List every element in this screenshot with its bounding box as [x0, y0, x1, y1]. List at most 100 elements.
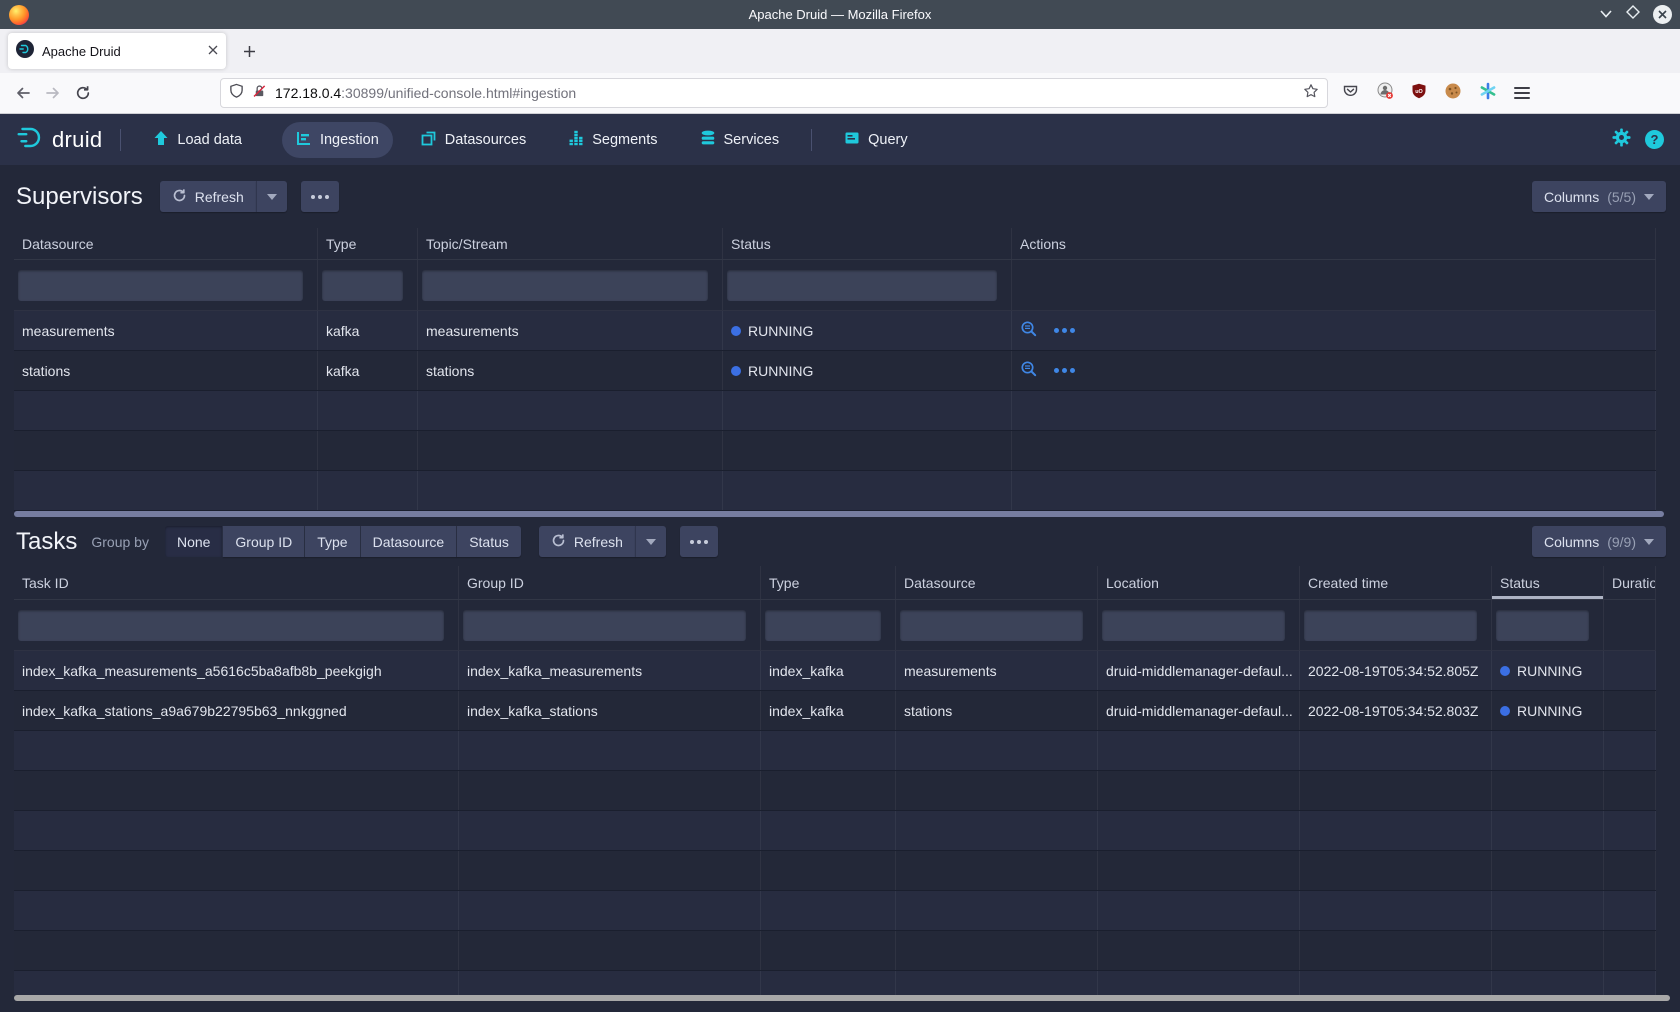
empty-row — [14, 471, 1656, 511]
menu-hamburger-icon[interactable] — [1514, 87, 1530, 99]
col-header-created-time[interactable]: Created time — [1300, 566, 1492, 599]
filter-location-input[interactable] — [1102, 610, 1285, 641]
supervisors-refresh-button[interactable]: Refresh — [160, 181, 256, 212]
cookie-icon[interactable] — [1444, 82, 1462, 105]
tasks-table: Task ID Group ID Type Datasource Locatio… — [14, 566, 1656, 995]
tasks-refresh-button[interactable]: Refresh — [539, 526, 635, 557]
query-icon — [844, 130, 860, 150]
filter-status-input[interactable] — [727, 270, 997, 301]
filter-status-input[interactable] — [1496, 610, 1589, 641]
supervisor-detail-magnifier-icon[interactable] — [1020, 360, 1038, 381]
supervisor-actions-more-icon[interactable] — [1054, 368, 1075, 373]
tab-close-icon[interactable] — [208, 42, 218, 60]
filter-topic-input[interactable] — [422, 270, 708, 301]
nav-load-data[interactable]: Load data — [139, 122, 256, 158]
refresh-icon — [551, 533, 566, 551]
supervisor-row[interactable]: measurements kafka measurements RUNNING — [14, 311, 1656, 351]
maximize-icon[interactable] — [1626, 5, 1640, 24]
navbar-divider — [811, 129, 812, 151]
supervisor-detail-magnifier-icon[interactable] — [1020, 320, 1038, 341]
group-by-segmented-control: None Group ID Type Datasource Status — [165, 526, 521, 557]
settings-gear-icon[interactable] — [1612, 128, 1631, 152]
nav-segments[interactable]: Segments — [554, 122, 671, 158]
cell-topic: stations — [418, 351, 723, 390]
supervisor-row[interactable]: stations kafka stations RUNNING — [14, 351, 1656, 391]
task-row[interactable]: index_kafka_stations_a9a679b22795b63_nnk… — [14, 691, 1656, 731]
nav-query[interactable]: Query — [830, 122, 922, 158]
supervisor-actions-more-icon[interactable] — [1054, 328, 1075, 333]
filter-type-input[interactable] — [765, 610, 881, 641]
empty-row — [14, 391, 1656, 431]
col-header-type[interactable]: Type — [318, 228, 418, 259]
tab-apache-druid[interactable]: Apache Druid — [8, 33, 226, 69]
tasks-more-button[interactable] — [680, 526, 718, 557]
tasks-refresh-dropdown[interactable] — [635, 526, 666, 557]
col-header-datasource[interactable]: Datasource — [896, 566, 1098, 599]
bookmark-star-icon[interactable] — [1303, 83, 1319, 104]
tab-favicon — [16, 40, 34, 63]
extension-blocked-icon[interactable] — [1376, 82, 1394, 105]
nav-services[interactable]: Services — [686, 122, 794, 158]
task-row[interactable]: index_kafka_measurements_a5616c5ba8afb8b… — [14, 651, 1656, 691]
tasks-columns-button[interactable]: Columns (9/9) — [1532, 526, 1666, 557]
back-icon[interactable] — [8, 78, 38, 108]
filter-task-id-input[interactable] — [18, 610, 444, 641]
extension-asterisk-icon[interactable] — [1479, 82, 1497, 105]
group-by-group-id-button[interactable]: Group ID — [223, 526, 305, 557]
col-header-type[interactable]: Type — [761, 566, 896, 599]
forward-icon[interactable] — [38, 78, 68, 108]
filter-datasource-input[interactable] — [900, 610, 1083, 641]
close-window-icon[interactable] — [1653, 5, 1672, 24]
supervisors-columns-button[interactable]: Columns (5/5) — [1532, 181, 1666, 212]
col-header-group-id[interactable]: Group ID — [459, 566, 761, 599]
supervisors-table: Datasource Type Topic/Stream Status Acti… — [14, 228, 1656, 511]
cell-task-id: index_kafka_stations_a9a679b22795b63_nnk… — [14, 691, 459, 730]
druid-brand[interactable]: druid — [14, 124, 102, 156]
cell-created-time: 2022-08-19T05:34:52.803Z — [1300, 691, 1492, 730]
supervisors-refresh-dropdown[interactable] — [256, 181, 287, 212]
col-header-task-id[interactable]: Task ID — [14, 566, 459, 599]
cell-group-id: index_kafka_measurements — [459, 651, 761, 690]
filter-group-id-input[interactable] — [463, 610, 746, 641]
reload-icon[interactable] — [68, 78, 98, 108]
group-by-type-button[interactable]: Type — [305, 526, 360, 557]
col-header-datasource[interactable]: Datasource — [14, 228, 318, 259]
col-header-status[interactable]: Status — [723, 228, 1012, 259]
url-bar[interactable]: 172.18.0.4:30899/unified-console.html#in… — [220, 78, 1328, 108]
col-header-topic-stream[interactable]: Topic/Stream — [418, 228, 723, 259]
filter-datasource-input[interactable] — [18, 270, 303, 301]
col-header-location[interactable]: Location — [1098, 566, 1300, 599]
cell-actions — [1012, 311, 1656, 350]
ublock-icon[interactable]: uO — [1411, 83, 1427, 104]
tasks-header: Tasks Group by None Group ID Type Dataso… — [0, 517, 1680, 566]
services-icon — [700, 130, 716, 150]
firefox-window: Apache Druid — Mozilla Firefox Apache Dr… — [0, 0, 1680, 1012]
col-header-status-sorted[interactable]: Status — [1492, 566, 1604, 599]
tasks-horizontal-scrollbar[interactable] — [14, 995, 1670, 1001]
group-by-datasource-button[interactable]: Datasource — [361, 526, 458, 557]
empty-row — [14, 771, 1656, 811]
pocket-icon[interactable] — [1342, 83, 1359, 104]
status-text: RUNNING — [748, 363, 813, 379]
chevron-down-icon — [1644, 539, 1654, 545]
new-tab-button[interactable] — [234, 36, 264, 66]
nav-ingestion[interactable]: Ingestion — [282, 122, 393, 158]
cell-status: RUNNING — [723, 351, 1012, 390]
help-icon[interactable]: ? — [1645, 130, 1664, 149]
cell-location: druid-middlemanager-defaul... — [1098, 651, 1300, 690]
cell-status: RUNNING — [1492, 691, 1604, 730]
filter-type-input[interactable] — [322, 270, 403, 301]
group-by-none-button[interactable]: None — [165, 526, 223, 557]
tracking-shield-icon[interactable] — [229, 83, 244, 104]
filter-created-time-input[interactable] — [1304, 610, 1477, 641]
col-header-duration[interactable]: Duration — [1604, 566, 1656, 599]
cell-type: index_kafka — [761, 691, 896, 730]
supervisors-more-button[interactable] — [301, 181, 339, 212]
cell-datasource: measurements — [896, 651, 1098, 690]
insecure-lock-icon[interactable] — [252, 83, 267, 104]
minimize-icon[interactable] — [1599, 6, 1613, 24]
group-by-status-button[interactable]: Status — [457, 526, 521, 557]
cell-topic: measurements — [418, 311, 723, 350]
running-dot-icon — [1500, 706, 1510, 716]
nav-datasources[interactable]: Datasources — [407, 122, 540, 158]
